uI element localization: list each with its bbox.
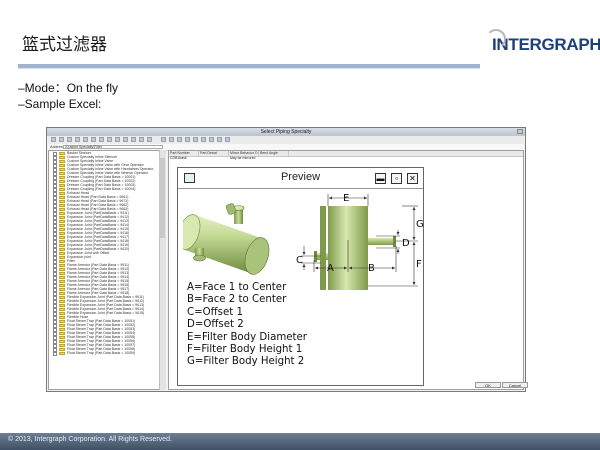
tree-scrollbar-thumb[interactable] <box>159 158 165 238</box>
preview-title: Preview <box>280 171 321 183</box>
toolbar-button-icon[interactable] <box>99 137 104 142</box>
toolbar-button-icon[interactable] <box>51 137 56 142</box>
legend-item: F=Filter Body Height 1 <box>187 344 303 356</box>
toolbar-button-icon[interactable] <box>209 137 214 142</box>
toolbar-button-icon[interactable] <box>131 137 136 142</box>
filter-body-3d <box>183 214 270 275</box>
toolbar-button-icon[interactable] <box>169 137 174 142</box>
dim-label-d: D <box>402 238 410 249</box>
toolbar-button-icon[interactable] <box>161 137 166 142</box>
legend-item: E=Filter Body Diameter <box>187 331 307 343</box>
toolbar-button-icon[interactable] <box>123 137 128 142</box>
toolbar-button-icon[interactable] <box>91 137 96 142</box>
window-close-icon[interactable] <box>517 129 523 134</box>
filter-dimension-diagram: E A B C D G F <box>296 193 424 290</box>
legend-item: A=Face 1 to Center <box>187 282 287 293</box>
toolbar-button-icon[interactable] <box>185 137 190 142</box>
close-icon[interactable]: ✕ <box>407 173 418 184</box>
bottom-nozzle-3d <box>193 248 206 262</box>
filter-3d-illustration <box>183 203 270 275</box>
dim-label-b: B <box>368 263 375 274</box>
specialty-tree: Basket Strainer Custom Specialty Inline S… <box>48 150 166 390</box>
intergraph-logo: INTERGRAPH <box>486 29 600 55</box>
dim-label-c: C <box>296 255 303 266</box>
toolbar-button-icon[interactable] <box>107 137 112 142</box>
grid-cell: CDB1bask <box>170 156 187 160</box>
preview-window: Preview ▬ ▫ ✕ E A B C D G F A=Face 1 to … <box>177 167 424 386</box>
folder-icon <box>59 351 65 355</box>
maximize-icon[interactable]: ▫ <box>391 173 402 184</box>
dim-label-g: G <box>416 219 424 230</box>
preview-titlebar: Preview ▬ ▫ ✕ <box>178 168 423 189</box>
toolbar-button-icon[interactable] <box>147 137 152 142</box>
legend-item: C=Offset 1 <box>187 306 243 318</box>
tree-item[interactable]: Float Steam Trap (Part Data Basis = 1005… <box>49 351 165 356</box>
window-titlebar: Select Piping Specialty <box>47 128 525 136</box>
grid-cell: May be mirrored <box>230 156 256 160</box>
toolbar-button-icon[interactable] <box>67 137 72 142</box>
dimension-legend: A=Face 1 to Center B=Face 2 to Center C=… <box>187 282 307 369</box>
dim-label-f: F <box>416 259 422 270</box>
logo-swoosh-icon <box>486 29 506 49</box>
tree-item-label: Float Steam Trap (Part Data Basis = 1005… <box>67 351 136 355</box>
toolbar-button-icon[interactable] <box>217 137 222 142</box>
cancel-button[interactable]: Cancel <box>502 382 528 388</box>
dim-label-a: A <box>327 263 334 274</box>
bullet-sample-excel: –Sample Excel: <box>18 97 102 111</box>
toolbar-button-icon[interactable] <box>139 137 144 142</box>
toolbar-button-icon[interactable] <box>83 137 88 142</box>
table-row[interactable]: CDB1bask May be mirrored <box>169 156 523 161</box>
title-divider-highlight <box>18 68 480 69</box>
toolbar-button-icon[interactable] <box>193 137 198 142</box>
dim-label-e: E <box>343 193 349 204</box>
legend-item: B=Face 2 to Center <box>187 294 287 306</box>
toolbar-button-icon[interactable] <box>177 137 182 142</box>
expand-icon[interactable] <box>53 352 57 356</box>
slide-title: 篮式过滤器 <box>22 35 107 55</box>
legend-item: G=Filter Body Height 2 <box>187 356 305 368</box>
toolbar-button-icon[interactable] <box>201 137 206 142</box>
toolbar-button-icon[interactable] <box>75 137 80 142</box>
toolbar-button-icon[interactable] <box>59 137 64 142</box>
legend-item: D=Offset 2 <box>187 319 244 331</box>
address-input[interactable]: \Custom Specialty\Filter <box>63 145 163 149</box>
minimize-icon[interactable]: ▬ <box>375 173 386 184</box>
bullet-mode: –Mode：On the fly <box>18 81 119 95</box>
toolbar-button-icon[interactable] <box>225 137 230 142</box>
toolbar-button-icon[interactable] <box>115 137 120 142</box>
window-title: Select Piping Specialty <box>260 129 312 135</box>
copyright-text: © 2013, Intergraph Corporation. All Righ… <box>8 436 172 443</box>
top-nozzle-3d <box>225 203 245 224</box>
ok-button[interactable]: OK <box>475 382 501 388</box>
